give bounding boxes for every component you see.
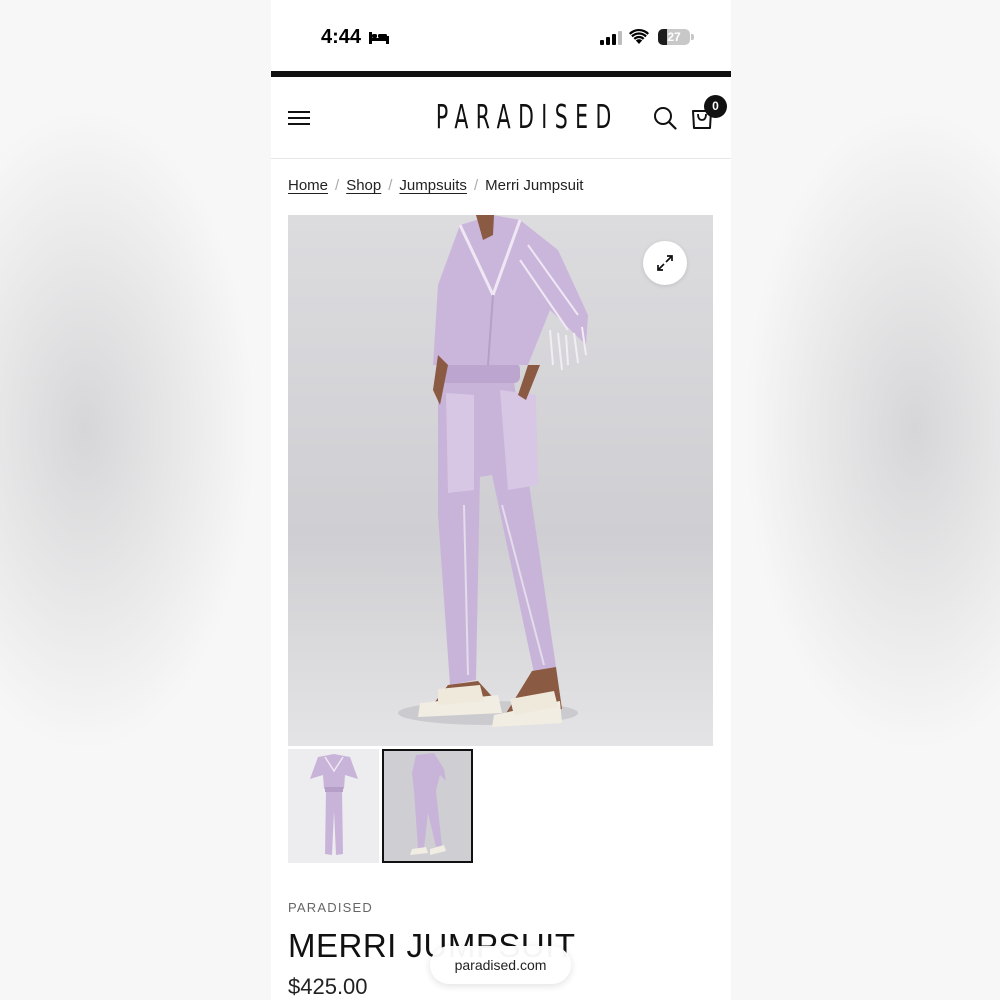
battery-tip: [691, 34, 694, 40]
battery-percent: 27: [667, 30, 681, 44]
site-logo[interactable]: PARADISED: [436, 97, 611, 136]
menu-icon[interactable]: [288, 110, 310, 126]
phone-screen: 4:44 27 PARADISED 0 Home / Shop / Jumpsu…: [271, 0, 731, 1000]
signal-icon: [600, 31, 622, 45]
breadcrumb-separator: /: [335, 177, 340, 194]
product-brand: PARADISED: [288, 900, 373, 915]
search-icon[interactable]: [653, 106, 677, 130]
wifi-icon: [629, 28, 649, 44]
breadcrumb-shop[interactable]: Shop: [346, 177, 381, 194]
breadcrumb-separator: /: [388, 177, 393, 194]
battery-icon: 27: [658, 29, 690, 45]
thumbnail-photo: [410, 753, 446, 855]
main-product-image[interactable]: [288, 215, 713, 746]
status-bar: 4:44 27: [271, 0, 731, 72]
product-photo: [398, 215, 588, 727]
expand-image-button[interactable]: [643, 241, 687, 285]
breadcrumb-current: Merri Jumpsuit: [485, 177, 584, 194]
breadcrumb-home[interactable]: Home: [288, 177, 328, 194]
browser-url-pill[interactable]: paradised.com: [430, 946, 571, 984]
product-price: $425.00: [288, 974, 368, 999]
breadcrumb: Home / Shop / Jumpsuits / Merri Jumpsuit: [288, 177, 583, 194]
status-time: 4:44: [321, 26, 362, 48]
site-header: PARADISED 0: [271, 77, 731, 159]
breadcrumb-jumpsuits[interactable]: Jumpsuits: [399, 177, 467, 194]
expand-icon: [657, 255, 673, 271]
thumbnail-photo: [310, 754, 358, 855]
breadcrumb-separator: /: [473, 177, 479, 194]
bed-icon: [369, 32, 389, 44]
cart-count-badge[interactable]: 0: [704, 95, 727, 118]
thumbnail-2-selected[interactable]: [382, 749, 473, 863]
thumbnail-1[interactable]: [288, 749, 379, 863]
